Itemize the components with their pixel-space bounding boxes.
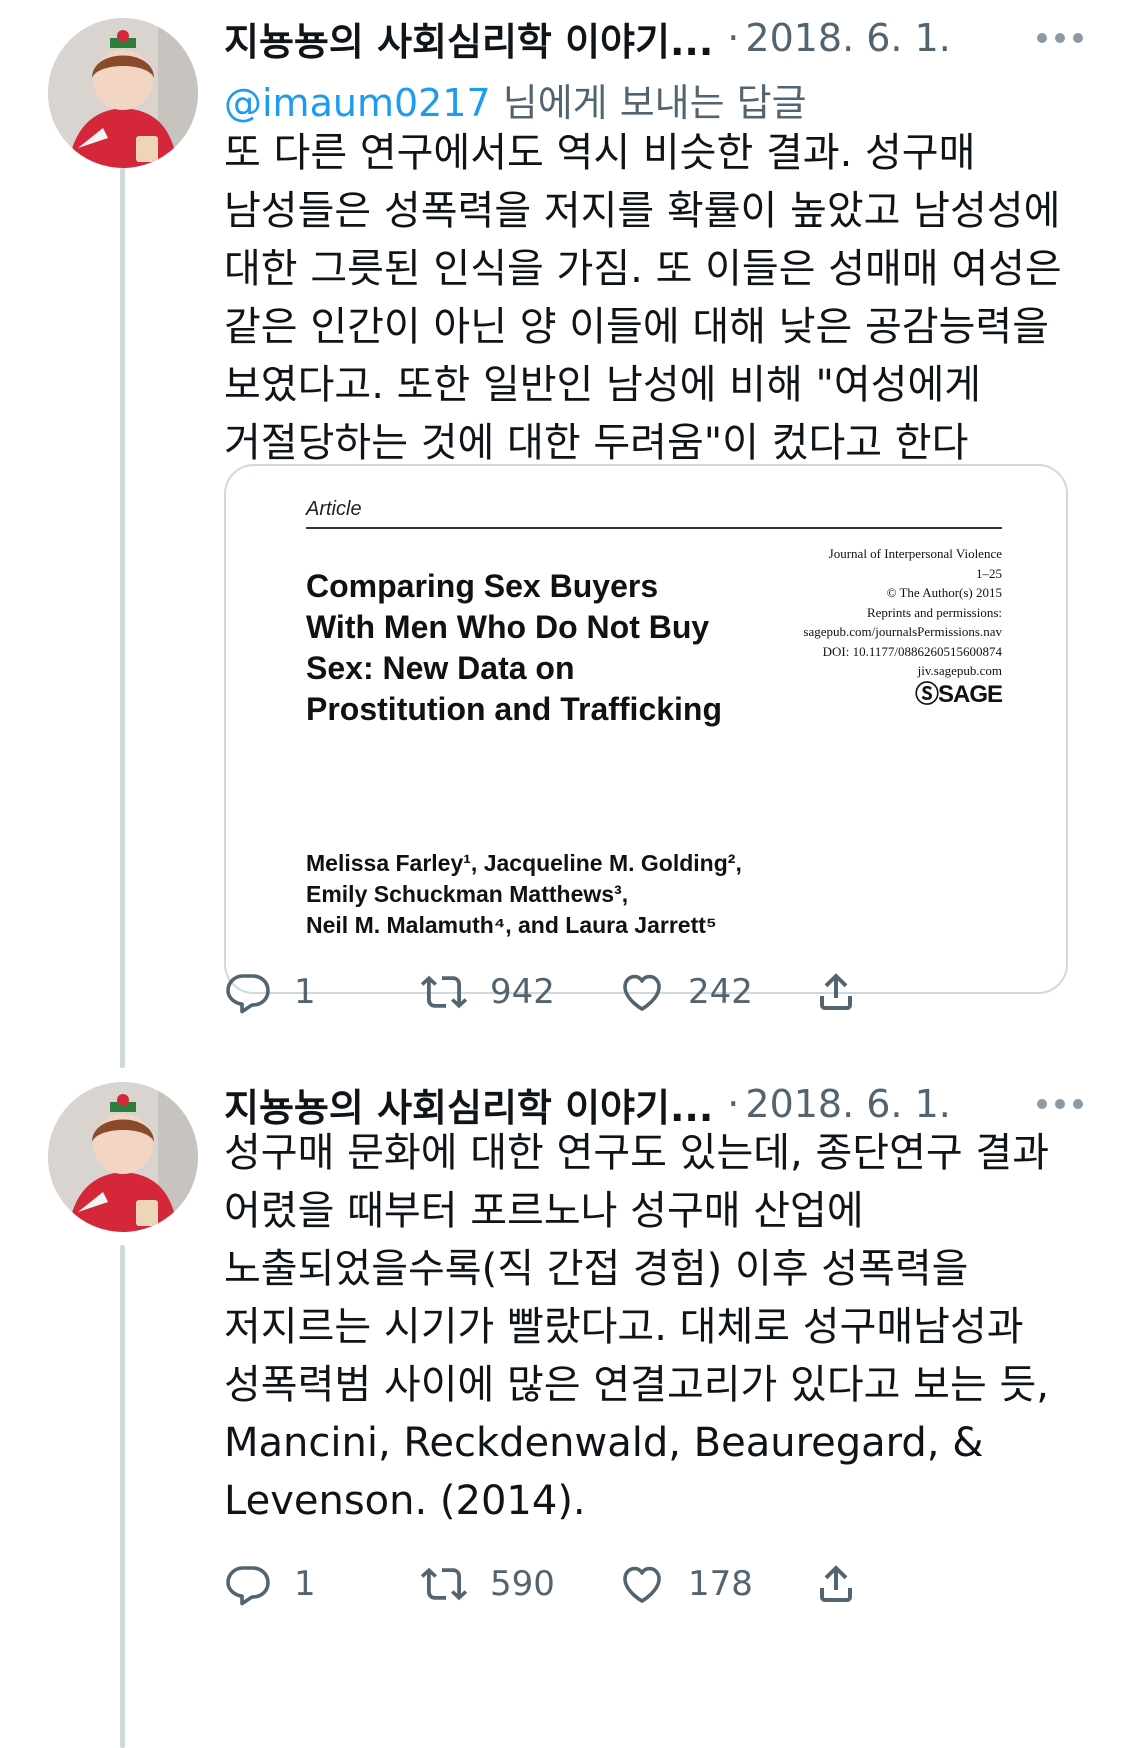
avatar[interactable] (48, 1082, 198, 1232)
journal-info: Journal of Interpersonal Violence 1–25 ©… (742, 544, 1003, 706)
more-icon[interactable] (1037, 33, 1095, 43)
article-authors: Melissa Farley¹, Jacqueline M. Golding²,… (306, 848, 866, 941)
article-image-card[interactable]: Article Comparing Sex Buyers With Men Wh… (224, 464, 1068, 994)
journal-line: jiv.sagepub.com (917, 663, 1002, 678)
sage-logo-icon: Ⓢ (914, 680, 939, 708)
tweet-text: 성구매 문화에 대한 연구도 있는데, 종단연구 결과 어렸을 때부터 포르노나… (224, 1130, 1050, 1524)
like-count: 242 (688, 972, 753, 1012)
tweet-text: 또 다른 연구에서도 역시 비슷한 결과. 성구매 남성들은 성폭력을 저지를 … (224, 130, 1062, 466)
retweet-button[interactable]: 942 (420, 962, 555, 1022)
like-button[interactable]: 178 (618, 1554, 753, 1614)
retweet-button[interactable]: 590 (420, 1554, 555, 1614)
journal-line: Journal of Interpersonal Violence (828, 546, 1002, 561)
article-title: Comparing Sex Buyers With Men Who Do Not… (306, 568, 723, 727)
reply-button[interactable]: 1 (224, 962, 316, 1022)
reply-handle-link[interactable]: @imaum0217 (224, 81, 491, 125)
separator: · (727, 1082, 740, 1126)
tweet[interactable]: 지뇽뇽의 사회심리학 이야기... · 2018. 6. 1. 성구매 문화에 … (0, 1080, 1125, 1748)
reply-icon (226, 974, 270, 1014)
publisher-name: SAGE (937, 680, 1003, 708)
profile-photo-icon (48, 1082, 198, 1232)
journal-line: DOI: 10.1177/0886260515600874 (822, 643, 1002, 659)
profile-photo-icon (48, 18, 198, 168)
separator: · (727, 16, 740, 60)
author-name[interactable]: 지뇽뇽의 사회심리학 이야기... (224, 11, 713, 66)
tweet[interactable]: 지뇽뇽의 사회심리학 이야기... · 2018. 6. 1. @imaum02… (0, 0, 1125, 1080)
like-button[interactable]: 242 (618, 962, 753, 1022)
share-button[interactable] (812, 962, 860, 1022)
retweet-icon (420, 975, 468, 1009)
journal-line: © The Author(s) 2015 (886, 585, 1002, 600)
retweet-count: 590 (490, 1564, 555, 1604)
publisher-logo: ⓈSAGE (742, 682, 1003, 706)
divider (306, 527, 1002, 529)
like-icon (623, 974, 661, 1011)
share-icon (820, 973, 852, 1010)
tweet-actions: 1 942 242 (224, 962, 924, 1022)
reply-suffix: 님에게 보내는 답글 (490, 81, 807, 125)
like-count: 178 (688, 1564, 753, 1604)
reply-icon (226, 1566, 270, 1606)
reply-count: 1 (294, 1564, 316, 1604)
journal-line: Reprints and permissions: (866, 604, 1002, 620)
author-line: Melissa Farley¹, Jacqueline M. Golding², (306, 850, 742, 876)
journal-line: sagepub.com/journalsPermissions.nav (803, 624, 1002, 639)
author-line: Neil M. Malamuth⁴, and Laura Jarrett⁵ (306, 912, 717, 938)
timestamp[interactable]: 2018. 6. 1. (745, 1082, 950, 1126)
retweet-count: 942 (490, 972, 555, 1012)
tweet-header: 지뇽뇽의 사회심리학 이야기... · 2018. 6. 1. (224, 10, 1095, 66)
share-icon (820, 1565, 852, 1602)
share-button[interactable] (812, 1554, 860, 1614)
author-line: Emily Schuckman Matthews³, (306, 881, 629, 907)
journal-line: 1–25 (976, 565, 1002, 581)
tweet-actions: 1 590 178 (224, 1554, 924, 1614)
retweet-icon (420, 1567, 468, 1601)
timestamp[interactable]: 2018. 6. 1. (745, 16, 950, 60)
replying-to: @imaum0217 님에게 보내는 답글 (224, 72, 807, 127)
avatar[interactable] (48, 18, 198, 168)
more-icon[interactable] (1037, 1099, 1095, 1109)
article-kind-label: Article (306, 498, 362, 520)
like-icon (623, 1566, 661, 1603)
reply-count: 1 (294, 972, 316, 1012)
reply-button[interactable]: 1 (224, 1554, 316, 1614)
